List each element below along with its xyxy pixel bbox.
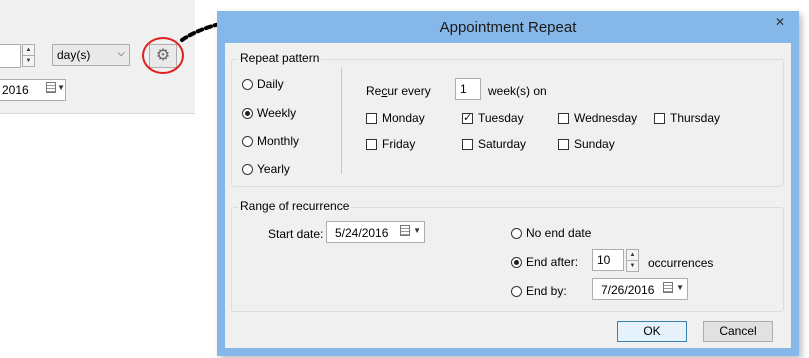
background-window: ▲ ▼ day(s) ⌵ ⚙ 2016 ▼: [0, 0, 195, 114]
radio-label: End after:: [526, 255, 579, 269]
close-button[interactable]: ✕: [769, 13, 791, 31]
checkbox-label: Thursday: [670, 111, 721, 125]
recur-suffix-label: week(s) on: [488, 84, 547, 98]
checkbox-friday[interactable]: Friday: [366, 137, 415, 151]
start-date-picker[interactable]: 5/24/2016 ▼: [326, 221, 425, 243]
unit-select[interactable]: day(s) ⌵: [52, 44, 130, 66]
checkbox-monday[interactable]: Monday: [366, 111, 425, 125]
checkbox-wednesday[interactable]: Wednesday: [558, 111, 637, 125]
pattern-divider: [341, 68, 342, 174]
radio-indicator: [242, 78, 253, 90]
checkbox-label: Saturday: [478, 137, 527, 151]
radio-yearly[interactable]: Yearly: [242, 162, 290, 176]
radio-indicator: [242, 107, 253, 119]
background-date-picker[interactable]: ▼: [42, 79, 68, 101]
radio-label: Weekly: [257, 106, 297, 120]
start-date-label: Start date:: [268, 227, 324, 241]
checkbox-label: Sunday: [574, 137, 615, 151]
check-icon: ✓: [462, 111, 473, 124]
unit-select-value: day(s): [57, 48, 91, 62]
radio-daily[interactable]: Daily: [242, 77, 284, 91]
end-after-spinner[interactable]: ▲ ▼: [626, 249, 639, 272]
radio-no-end-date[interactable]: No end date: [511, 226, 591, 240]
radio-indicator: [511, 227, 522, 239]
spin-down-icon[interactable]: ▼: [22, 55, 35, 67]
repeat-pattern-legend: Repeat pattern: [238, 51, 322, 65]
radio-label: Daily: [257, 77, 284, 91]
radio-indicator: [511, 285, 522, 297]
checkbox-label: Friday: [382, 137, 416, 151]
range-of-recurrence-group: Range of recurrence Start date: 5/24/201…: [231, 199, 784, 312]
recur-every-input[interactable]: 1: [455, 78, 481, 100]
radio-indicator: [242, 163, 253, 175]
interval-spinner[interactable]: ▲ ▼: [22, 44, 35, 67]
checkbox-box: [366, 138, 377, 150]
radio-label: No end date: [526, 226, 592, 240]
start-date-value: 5/24/2016: [335, 226, 389, 240]
checkbox-thursday[interactable]: Thursday: [654, 111, 720, 125]
radio-monthly[interactable]: Monthly: [242, 134, 299, 148]
checkbox-box: [558, 112, 569, 124]
calendar-icon: [46, 82, 56, 93]
checkbox-box: [654, 112, 665, 124]
checkbox-label: Tuesday: [478, 111, 524, 125]
range-legend: Range of recurrence: [238, 199, 352, 213]
radio-label: End by:: [526, 284, 567, 298]
radio-end-by[interactable]: End by:: [511, 284, 567, 298]
checkbox-box: [462, 138, 473, 150]
radio-indicator: [242, 135, 253, 147]
dropdown-arrow-icon: ▼: [413, 226, 421, 235]
recur-every-label: Recur every: [366, 84, 431, 98]
radio-weekly[interactable]: Weekly: [242, 106, 296, 120]
title-bar[interactable]: Appointment Repeat ✕: [217, 11, 799, 43]
checkbox-tuesday[interactable]: ✓ Tuesday: [462, 111, 524, 125]
checkbox-label: Monday: [382, 111, 425, 125]
radio-label: Monthly: [257, 134, 300, 148]
checkbox-label: Wednesday: [574, 111, 638, 125]
repeat-pattern-group: Repeat pattern Daily Weekly Monthly Year…: [231, 51, 784, 187]
checkbox-box: [366, 112, 377, 124]
checkbox-sunday[interactable]: Sunday: [558, 137, 615, 151]
appointment-repeat-dialog: Appointment Repeat ✕ Repeat pattern Dail…: [217, 11, 799, 356]
dialog-client-area: Repeat pattern Daily Weekly Monthly Year…: [225, 43, 791, 348]
end-by-date-value: 7/26/2016: [601, 283, 655, 297]
end-by-date-picker[interactable]: 7/26/2016 ▼: [592, 278, 688, 300]
dropdown-arrow-icon: ▼: [676, 283, 684, 292]
calendar-icon: [400, 225, 410, 236]
background-date-value: 2016: [2, 83, 29, 97]
calendar-icon: [663, 282, 673, 293]
end-after-input[interactable]: 10: [592, 249, 624, 271]
radio-indicator: [511, 256, 522, 268]
close-icon: ✕: [774, 15, 786, 29]
cancel-button[interactable]: Cancel: [703, 321, 773, 342]
checkbox-saturday[interactable]: Saturday: [462, 137, 526, 151]
ok-button[interactable]: OK: [617, 321, 687, 342]
interval-input[interactable]: [0, 44, 21, 68]
occurrences-label: occurrences: [648, 256, 714, 270]
checkbox-box: [558, 138, 569, 150]
dropdown-arrow-icon: ▼: [57, 83, 65, 92]
radio-label: Yearly: [257, 162, 290, 176]
spin-down-icon[interactable]: ▼: [626, 260, 639, 272]
dialog-title: Appointment Repeat: [439, 19, 577, 36]
radio-end-after[interactable]: End after:: [511, 255, 578, 269]
chevron-down-icon: ⌵: [117, 48, 125, 59]
